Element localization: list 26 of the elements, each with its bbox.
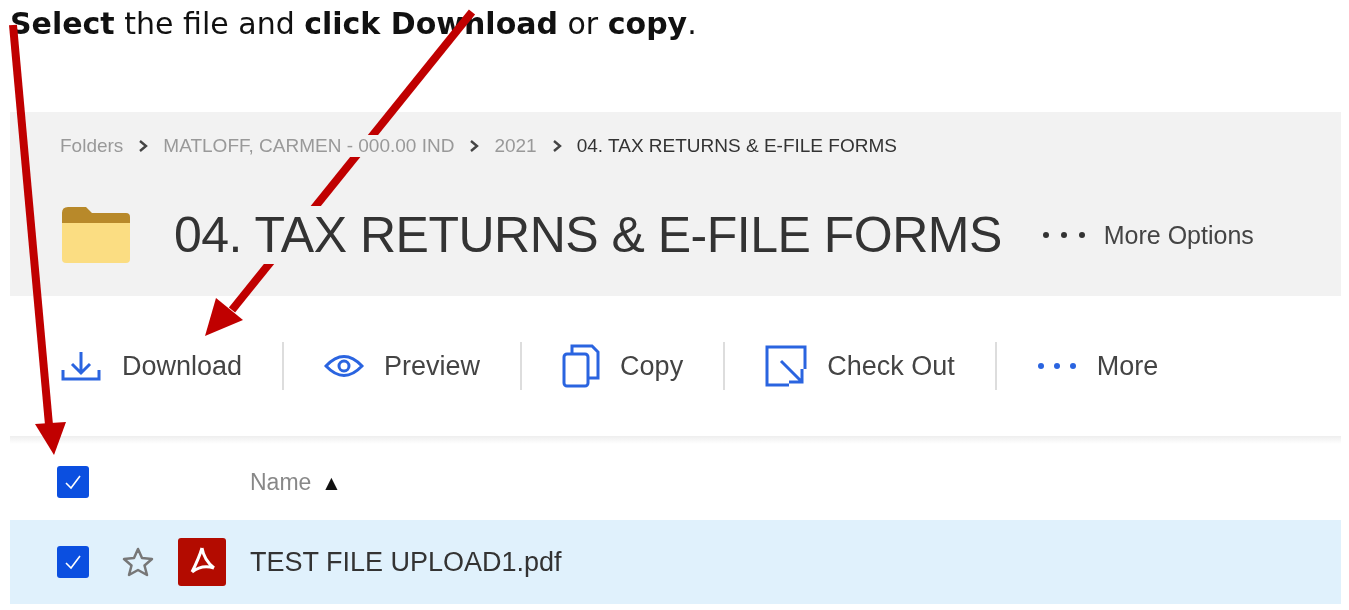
checkout-button[interactable]: Check Out (765, 345, 995, 387)
select-all-checkbox[interactable] (57, 466, 89, 498)
folder-icon (60, 205, 132, 265)
chevron-icon (137, 139, 150, 153)
folder-title: 04. TAX RETURNS & E-FILE FORMS (174, 206, 1002, 264)
preview-button[interactable]: Preview (324, 350, 521, 382)
star-icon[interactable] (122, 547, 154, 577)
more-options-button[interactable]: More Options (1041, 220, 1254, 250)
download-button[interactable]: Download (60, 350, 283, 382)
eye-icon (324, 353, 365, 379)
column-header[interactable]: Name ▲ (250, 468, 338, 496)
download-icon (60, 350, 102, 382)
file-name: TEST FILE UPLOAD1.pdf (250, 546, 562, 578)
checkmark-icon (63, 553, 83, 571)
sort-indicator: ▲ (325, 472, 338, 492)
checkout-icon (765, 345, 808, 387)
more-icon (1041, 231, 1086, 239)
copy-button[interactable]: Copy (562, 344, 724, 388)
file-row[interactable]: TEST FILE UPLOAD1.pdf (10, 520, 1341, 604)
checkmark-icon (63, 473, 83, 491)
more-icon (1036, 362, 1077, 370)
pdf-icon (178, 538, 226, 586)
chevron-icon (468, 139, 481, 153)
row-checkbox[interactable] (57, 546, 89, 578)
copy-icon (562, 344, 601, 388)
more-button[interactable]: More (1036, 350, 1199, 382)
